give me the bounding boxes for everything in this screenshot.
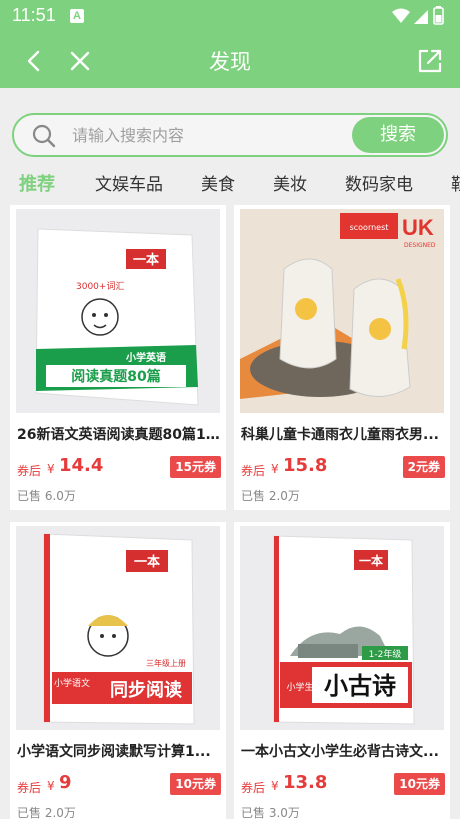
- tab-food[interactable]: 美食: [201, 170, 235, 195]
- price-prefix: 券后: [17, 464, 42, 478]
- sold-count: 已售 6.0万: [17, 489, 76, 503]
- cover-grade: 三年级上册: [146, 658, 186, 668]
- tab-digital-appliances[interactable]: 数码家电: [345, 170, 413, 195]
- cover-subject: 小学语文: [54, 677, 90, 689]
- image-mark: UK: [402, 215, 434, 240]
- cover-prefix: 小学生: [286, 681, 313, 693]
- nav-bar: 发现: [0, 34, 460, 88]
- cover-level: 1-2年级: [369, 648, 402, 660]
- currency-symbol: ¥: [271, 779, 279, 793]
- product-title: 科巢儿童卡通雨衣儿童雨衣男...: [241, 427, 439, 443]
- tab-recommend[interactable]: 推荐: [19, 170, 55, 196]
- coupon-badge[interactable]: 10元券: [170, 773, 221, 795]
- coupon-badge[interactable]: 2元券: [402, 456, 445, 478]
- product-image: scoornest UK DESIGNED: [240, 209, 444, 413]
- product-card[interactable]: scoornest UK DESIGNED 科巢儿童卡通雨衣儿童雨衣男... 券…: [234, 205, 450, 510]
- wifi-icon: [392, 8, 410, 23]
- book-cover-image: 一本 三年级上册 小学语文 同步阅读: [16, 526, 220, 730]
- coupon-badge[interactable]: 10元券: [394, 773, 445, 795]
- sold-count: 已售 2.0万: [17, 806, 76, 819]
- price-row: 券后 ¥ 14.4 15元券: [17, 454, 221, 482]
- product-image: 一本 三年级上册 小学语文 同步阅读: [16, 526, 220, 730]
- category-tabs: 推荐 文娱车品 美食 美妆 数码家电 鞋: [0, 166, 460, 200]
- status-icons: [392, 6, 444, 25]
- product-price: 15.8: [283, 455, 328, 476]
- cover-subtitle: 小学英语: [125, 351, 166, 364]
- price-prefix: 券后: [17, 781, 42, 795]
- product-card[interactable]: 一本 3000+词汇 小学英语 阅读真题80篇 26新语文英语阅读真题80篇1.…: [10, 205, 226, 510]
- search-input[interactable]: [72, 121, 352, 149]
- cover-count: 3000+词汇: [76, 281, 124, 292]
- price-prefix: 券后: [241, 464, 266, 478]
- price-prefix: 券后: [241, 781, 266, 795]
- cover-brand: 一本: [359, 553, 383, 568]
- search-button[interactable]: 搜索: [352, 117, 444, 153]
- product-grid: 一本 3000+词汇 小学英语 阅读真题80篇 26新语文英语阅读真题80篇1.…: [0, 205, 460, 819]
- share-button[interactable]: [414, 45, 446, 77]
- currency-symbol: ¥: [47, 779, 55, 793]
- sold-count: 已售 2.0万: [241, 489, 300, 503]
- search-icon: [32, 124, 56, 148]
- status-bar: 11:51 A: [0, 0, 460, 34]
- chevron-left-icon: [27, 50, 40, 72]
- sold-count: 已售 3.0万: [241, 806, 300, 819]
- close-button[interactable]: [64, 45, 96, 77]
- rain-boots-image: scoornest UK DESIGNED: [240, 209, 444, 413]
- app-header: 11:51 A 发现: [0, 0, 460, 88]
- cover-brand: 一本: [133, 252, 159, 268]
- tab-shoes[interactable]: 鞋: [451, 170, 460, 195]
- image-designed: DESIGNED: [404, 242, 436, 249]
- product-card[interactable]: 一本 1-2年级 小学生 小古诗 一本小古文小学生必背古诗文... 券后 ¥ 1…: [234, 522, 450, 819]
- book-cover-image: 一本 3000+词汇 小学英语 阅读真题80篇: [16, 209, 220, 413]
- book-cover-image: 一本 1-2年级 小学生 小古诗: [240, 526, 444, 730]
- image-brand: scoornest: [350, 223, 389, 232]
- share-icon: [418, 49, 442, 73]
- product-title: 一本小古文小学生必背古诗文...: [241, 744, 439, 760]
- cover-title: 阅读真题80篇: [71, 368, 160, 385]
- product-image: 一本 3000+词汇 小学英语 阅读真题80篇: [16, 209, 220, 413]
- product-price: 14.4: [59, 455, 104, 476]
- currency-symbol: ¥: [271, 462, 279, 476]
- signal-icon: [414, 10, 428, 24]
- product-title: 小学语文同步阅读默写计算1...: [17, 744, 211, 760]
- price-row: 券后 ¥ 13.8 10元券: [241, 771, 445, 799]
- price-row: 券后 ¥ 9 10元券: [17, 771, 221, 799]
- back-button[interactable]: [18, 45, 50, 77]
- coupon-badge[interactable]: 15元券: [170, 456, 221, 478]
- status-time: 11:51: [12, 5, 56, 25]
- product-price: 13.8: [283, 772, 328, 793]
- product-card[interactable]: 一本 三年级上册 小学语文 同步阅读 小学语文同步阅读默写计算1... 券后 ¥…: [10, 522, 226, 819]
- tab-beauty[interactable]: 美妆: [273, 170, 307, 195]
- cover-title: 小古诗: [324, 672, 396, 700]
- product-title: 26新语文英语阅读真题80篇1...: [17, 427, 221, 443]
- price-row: 券后 ¥ 15.8 2元券: [241, 454, 445, 482]
- notification-a-icon: A: [70, 9, 84, 23]
- product-price: 9: [59, 772, 72, 793]
- close-icon: [70, 51, 90, 71]
- cover-title: 同步阅读: [110, 679, 182, 701]
- cover-brand: 一本: [134, 554, 160, 570]
- product-image: 一本 1-2年级 小学生 小古诗: [240, 526, 444, 730]
- currency-symbol: ¥: [47, 462, 55, 476]
- battery-icon: [433, 6, 444, 25]
- tab-entertainment-auto[interactable]: 文娱车品: [95, 170, 163, 195]
- search-bar: 搜索: [12, 113, 448, 157]
